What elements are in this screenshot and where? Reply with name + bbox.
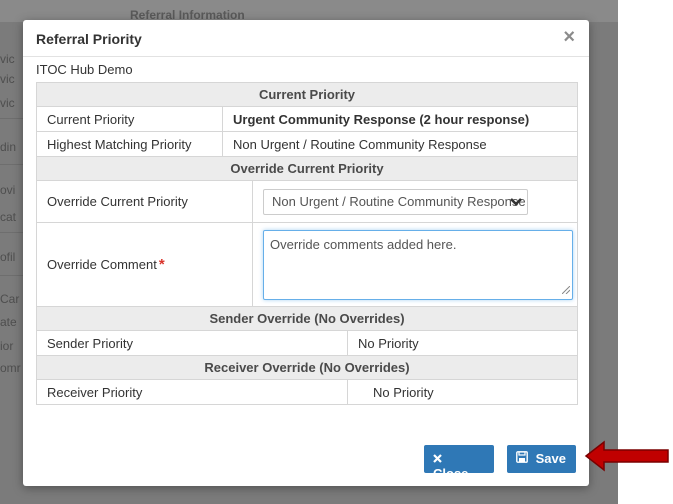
floppy-disk-icon: [516, 451, 532, 466]
background-section-header: Referral Information: [0, 0, 618, 22]
background-text: din: [0, 140, 17, 154]
row-label: Sender Priority: [36, 330, 348, 356]
current-priority-value: Urgent Community Response (2 hour respon…: [221, 106, 579, 132]
section-header-override-current-priority: Override Current Priority: [35, 156, 579, 181]
save-button[interactable]: Save: [507, 445, 576, 473]
close-button[interactable]: Close: [424, 445, 494, 481]
background-divider: [0, 232, 24, 233]
table-row: Highest Matching Priority Non Urgent / R…: [36, 131, 579, 157]
chevron-down-icon: [509, 192, 523, 214]
background-text: vic: [0, 72, 15, 86]
save-button-label: Save: [535, 451, 566, 466]
row-label: Override Comment: [47, 257, 157, 272]
override-priority-select[interactable]: Non Urgent / Routine Community Response: [263, 188, 528, 215]
section-header-receiver-override: Receiver Override (No Overrides): [35, 355, 579, 380]
row-label: Receiver Priority: [36, 379, 348, 405]
close-icon[interactable]: ×: [563, 26, 575, 48]
background-divider: [0, 118, 24, 119]
dialog-header: Referral Priority ×: [23, 20, 589, 57]
override-comment-cell: Override comments added here.: [251, 222, 579, 307]
section-title: Override Current Priority: [35, 156, 579, 181]
annotation-arrow-icon: [584, 440, 670, 472]
row-label: Override Current Priority: [36, 180, 253, 223]
organization-name: ITOC Hub Demo: [36, 62, 133, 77]
dialog-title: Referral Priority: [36, 31, 142, 47]
background-text: vic: [0, 96, 15, 110]
background-text: omr: [0, 361, 21, 375]
resize-handle-icon[interactable]: [561, 285, 571, 297]
table-row: Override Comment * Override comments adde…: [36, 222, 579, 307]
section-header-sender-override: Sender Override (No Overrides): [35, 306, 579, 331]
section-title: Current Priority: [35, 82, 579, 107]
background-divider: [0, 164, 24, 165]
table-row: Current Priority Urgent Community Respon…: [36, 106, 579, 132]
background-divider: [0, 275, 24, 276]
row-label: Current Priority: [36, 106, 223, 132]
table-row: Sender Priority No Priority: [36, 330, 579, 356]
textarea-value: Override comments added here.: [270, 236, 457, 252]
override-comment-textarea[interactable]: Override comments added here.: [263, 229, 573, 300]
close-button-label: Close: [433, 466, 469, 481]
sender-priority-value: No Priority: [346, 330, 579, 356]
section-title: Receiver Override (No Overrides): [35, 355, 579, 380]
referral-priority-dialog: Referral Priority × ITOC Hub Demo Curren…: [23, 20, 589, 486]
priority-table: Current Priority Current Priority Urgent…: [35, 82, 579, 405]
table-row: Override Current Priority Non Urgent / R…: [36, 180, 579, 223]
x-mark-icon: [433, 451, 442, 466]
highest-matching-priority-value: Non Urgent / Routine Community Response: [221, 131, 579, 157]
background-text: ovi: [0, 183, 16, 197]
override-priority-cell: Non Urgent / Routine Community Response: [251, 180, 579, 223]
background-text: vic: [0, 52, 15, 66]
row-label: Highest Matching Priority: [36, 131, 223, 157]
override-comment-label-cell: Override Comment *: [36, 222, 253, 307]
background-text: Car: [0, 292, 20, 306]
receiver-priority-value: No Priority: [346, 379, 579, 405]
table-row: Receiver Priority No Priority: [36, 379, 579, 405]
required-indicator: *: [158, 256, 165, 273]
section-header-current-priority: Current Priority: [35, 82, 579, 107]
background-text: ior: [0, 339, 14, 353]
background-text: ate: [0, 315, 17, 329]
background-text: cat: [0, 210, 17, 224]
background-text: ofil: [0, 250, 16, 264]
select-value: Non Urgent / Routine Community Response: [272, 193, 526, 209]
section-title: Sender Override (No Overrides): [35, 306, 579, 331]
